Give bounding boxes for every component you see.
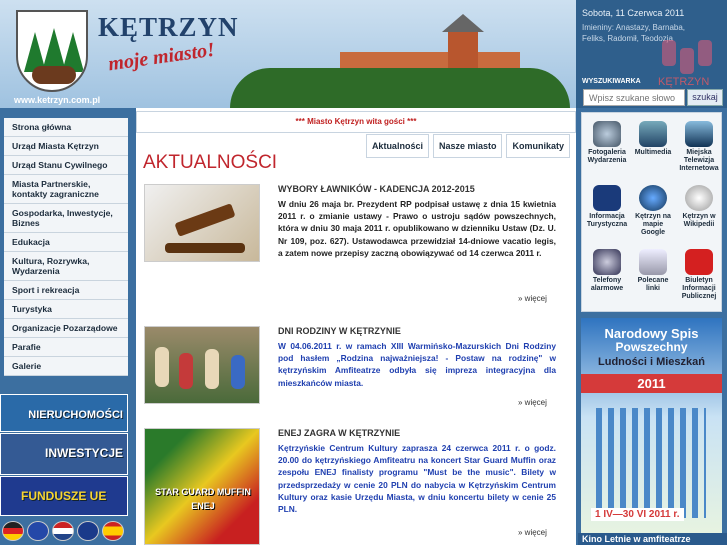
tourist-info-label: Informacja Turystyczna [586,213,628,228]
news-text: Kętrzyńskie Centrum Kultury zaprasza 24 … [278,443,556,515]
news-text: W dniu 26 maja br. Prezydent RP podpisał… [278,199,556,258]
multimedia-icon [639,121,667,147]
census-line3: Ludności i Mieszkań [598,356,705,368]
town-panorama-image [230,14,570,108]
tab-news[interactable]: Aktualności [365,134,429,158]
investments-label: INWESTYCJE [44,446,123,460]
poster-band-text: STAR GUARD MUFFIN [155,487,251,497]
tab-announcements[interactable]: Komunikaty [506,134,570,158]
more-link[interactable]: » więcej [518,294,547,303]
wikipedia-label: Kętrzyn w Wikipedii [682,213,716,228]
nav-item-registry-office[interactable]: Urząd Stanu Cywilnego [4,156,128,175]
current-date: Sobota, 11 Czerwca 2011 [582,8,685,18]
census-dates: 1 IV—30 VI 2011 r. [591,508,684,521]
nav-item-galleries[interactable]: Galerie [4,357,128,376]
more-link[interactable]: » więcej [518,398,547,407]
globe-icon [639,185,667,211]
nav-item-economy[interactable]: Gospodarka, Inwestycje, Biznes [4,204,128,233]
more-link[interactable]: » więcej [518,528,547,537]
nav-item-parishes[interactable]: Parafie [4,338,128,357]
multimedia-link[interactable]: Multimedia [630,121,676,157]
search-input[interactable] [583,89,685,106]
camera-icon [593,121,621,147]
nav-item-education[interactable]: Edukacja [4,233,128,252]
uk-flag-icon[interactable] [77,521,99,541]
tab-our-city[interactable]: Nasze miasto [432,134,503,158]
more-link-label: więcej [524,398,547,407]
info-icon [593,185,621,211]
site-url: www.ketrzyn.com.pl [14,95,101,105]
wikipedia-link[interactable]: Kętrzyn w Wikipedii [676,185,722,229]
brand-text: KĘTRZYN [658,76,710,88]
welcome-marquee: *** Miasto Kętrzyn wita gości *** [136,111,576,133]
tv-icon [685,121,713,147]
nav-item-home[interactable]: Strona główna [4,118,128,137]
german-flag-icon[interactable] [2,521,24,541]
summer-cinema-banner[interactable]: Kino Letnie w amfiteatrze [578,533,727,545]
news-title[interactable]: DNI RODZINY W KĘTRZYNIE [278,326,401,336]
gavel-thumbnail[interactable] [144,184,260,262]
main-content: *** Miasto Kętrzyn wita gości *** Aktual… [136,108,576,545]
news-text: W 04.06.2011 r. w ramach XIII Warmińsko-… [278,341,556,388]
coat-of-arms-logo[interactable] [16,10,88,92]
census-year: 2011 [581,374,722,393]
eu-funds-label: FUNDUSZE UE [21,489,107,503]
language-flags [2,521,128,545]
emergency-phones-link[interactable]: Telefony alarmowe [584,249,630,293]
concert-poster-thumbnail[interactable]: STAR GUARD MUFFIN ENEJ [144,428,260,545]
emergency-phones-label: Telefony alarmowe [590,277,624,292]
wikipedia-icon [685,185,713,211]
census-line1: Narodowy Spis [604,326,699,341]
phone-icon [593,249,621,275]
real-estate-label: NIERUCHOMOŚCI [28,409,123,421]
nav-item-city-office[interactable]: Urząd Miasta Kętrzyn [4,137,128,156]
ketrzyn-brand-logo: KĘTRZYN [658,38,718,88]
recommended-links-link[interactable]: Polecane linki [630,249,676,293]
bip-link[interactable]: Biuletyn Informacji Publicznej [676,249,722,301]
more-link-label: więcej [524,294,547,303]
city-tv-link[interactable]: Miejska Telewizja Internetowa [676,121,722,173]
nav-item-partner-cities[interactable]: Miasta Partnerskie, kontakty zagraniczne [4,175,128,204]
census-line2: Powszechny [615,340,688,354]
search-button[interactable]: szukaj [687,89,723,106]
news-title[interactable]: ENEJ ZAGRA W KĘTRZYNIE [278,428,400,438]
google-maps-link[interactable]: Kętrzyn na mapie Google [630,185,676,237]
nav-item-tourism[interactable]: Turystyka [4,300,128,319]
investments-banner[interactable]: INWESTYCJE [0,433,128,475]
city-tv-label: Miejska Telewizja Internetowa [679,149,719,172]
google-maps-label: Kętrzyn na mapie Google [635,213,671,236]
content-tabs: Aktualności Nasze miasto Komunikaty [365,134,570,158]
photo-gallery-link[interactable]: Fotogaleria Wydarzenia [584,121,630,165]
news-title[interactable]: WYBORY ŁAWNIKÓW - KADENCJA 2012-2015 [278,184,475,194]
site-title[interactable]: KĘTRZYN [98,12,239,43]
spanish-flag-icon[interactable] [102,521,124,541]
bip-label: Biuletyn Informacji Publicznej [681,277,717,300]
right-sidebar: Fotogaleria Wydarzenia Multimedia Miejsk… [576,108,727,545]
census-banner[interactable]: Narodowy Spis Powszechny Ludności i Mies… [581,318,722,538]
census-graphic [596,408,706,518]
slogan: moje miasto! [106,38,217,76]
photo-gallery-label: Fotogaleria Wydarzenia [587,149,627,164]
more-link-label: więcej [524,528,547,537]
family-day-thumbnail[interactable] [144,326,260,404]
section-title: AKTUALNOŚCI [143,152,278,173]
bip-icon [685,249,713,275]
link-icon [639,249,667,275]
eu-funds-banner[interactable]: FUNDUSZE UE [0,476,128,516]
eu-flag-icon[interactable] [27,521,49,541]
recommended-links-label: Polecane linki [637,277,669,292]
nav-item-ngo[interactable]: Organizacje Pozarządowe [4,319,128,338]
tourist-info-link[interactable]: Informacja Turystyczna [584,185,630,229]
real-estate-banner[interactable]: NIERUCHOMOŚCI [0,394,128,432]
dutch-flag-icon[interactable] [52,521,74,541]
poster-band2-text: ENEJ [191,501,215,511]
multimedia-label: Multimedia [634,149,672,156]
main-nav: Strona główna Urząd Miasta Kętrzyn Urząd… [4,118,128,376]
nav-item-sport[interactable]: Sport i rekreacja [4,281,128,300]
quicklinks-panel: Fotogaleria Wydarzenia Multimedia Miejsk… [581,112,722,312]
nav-item-culture[interactable]: Kultura, Rozrywka, Wydarzenia [4,252,128,281]
search-label: WYSZUKIWARKA [582,78,641,85]
